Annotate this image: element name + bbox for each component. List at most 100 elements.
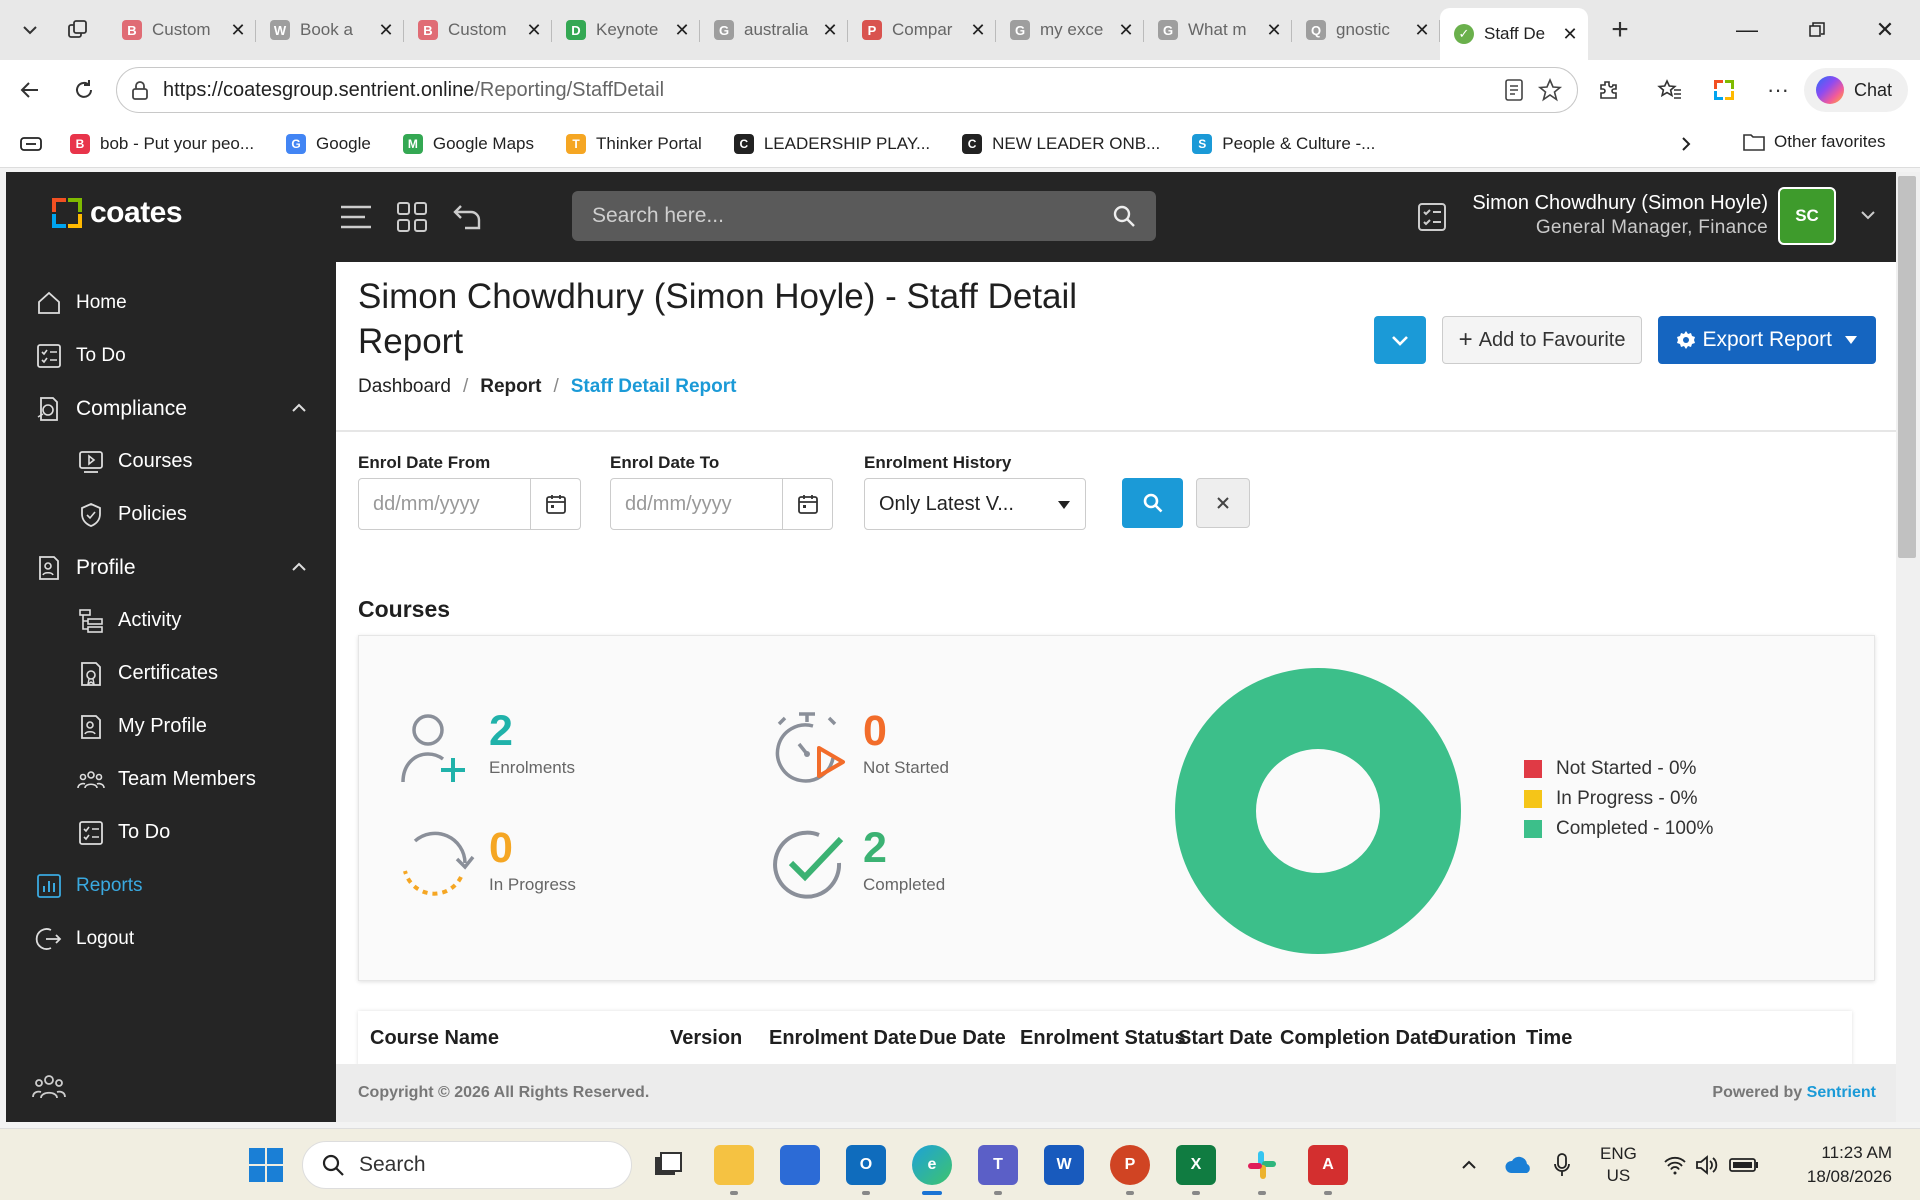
breadcrumb-dashboard[interactable]: Dashboard [358, 376, 451, 398]
user-info[interactable]: Simon Chowdhury (Simon Hoyle) General Ma… [1472, 192, 1768, 239]
edge-browser-icon[interactable]: e [912, 1145, 952, 1195]
avatar[interactable]: SC [1778, 187, 1836, 245]
export-report-button[interactable]: Export Report [1658, 316, 1876, 364]
tray-overflow-chevron-up-icon[interactable] [1460, 1156, 1478, 1174]
system-clock[interactable]: 11:23 AM 18/08/2026 [1807, 1141, 1892, 1189]
browser-tab[interactable]: Gmy exce ✕ [996, 8, 1144, 52]
sidebar-item-policies[interactable]: Policies [6, 488, 336, 541]
acrobat-icon[interactable]: A [1308, 1145, 1348, 1195]
teams-icon[interactable]: T [978, 1145, 1018, 1195]
sidebar-item-certificates[interactable]: Certificates [6, 647, 336, 700]
task-view-icon[interactable] [648, 1145, 688, 1185]
favorite-link[interactable]: C LEADERSHIP PLAY... [733, 133, 930, 154]
legend-item[interactable]: In Progress - 0% [1524, 784, 1713, 814]
favorite-link[interactable]: S People & Culture -... [1192, 133, 1375, 154]
filter-search-button[interactable] [1122, 478, 1183, 528]
back-arrow-icon[interactable] [8, 68, 52, 112]
collections-icon[interactable] [1702, 68, 1746, 112]
browser-tab[interactable]: B Custom ✕ [108, 8, 256, 52]
favorite-link[interactable]: Bbob - Put your peo... [70, 133, 254, 154]
chevron-up-icon[interactable] [290, 399, 308, 417]
close-tab-icon[interactable]: ✕ [524, 20, 544, 41]
enrolment-history-select[interactable]: Only Latest V... [864, 478, 1086, 530]
copilot-chat-button[interactable]: Chat [1804, 68, 1908, 112]
volume-icon[interactable] [1695, 1154, 1719, 1176]
close-tab-icon[interactable]: ✕ [228, 20, 248, 41]
browser-tab[interactable]: Qgnostic ✕ [1292, 8, 1440, 52]
restore-icon[interactable] [1782, 0, 1852, 60]
favorite-link[interactable]: T Thinker Portal [566, 133, 702, 154]
tab-staff-detail[interactable]: ✓ Staff De ✕ [1440, 8, 1588, 60]
favorite-star-icon[interactable] [1537, 77, 1563, 103]
powerpoint-icon[interactable]: P [1110, 1145, 1150, 1195]
table-column-header[interactable]: Start Date [1178, 1027, 1272, 1050]
table-column-header[interactable]: Enrolment Date [769, 1027, 917, 1050]
tab-actions-chevron-icon[interactable] [6, 6, 54, 54]
lock-icon[interactable] [131, 80, 149, 100]
sidebar-item-logout[interactable]: Logout [6, 912, 336, 965]
onedrive-cloud-icon[interactable] [1504, 1155, 1532, 1175]
microphone-icon[interactable] [1554, 1153, 1570, 1177]
sidebar-item-team-members[interactable]: Team Members [6, 753, 336, 806]
word-icon[interactable]: W [1044, 1145, 1084, 1185]
sidebar-item-my-profile[interactable]: My Profile [6, 700, 336, 753]
close-tab-icon[interactable]: ✕ [1560, 24, 1580, 45]
url-field[interactable]: https://coatesgroup.sentrient.online/Rep… [116, 67, 1578, 113]
other-favorites[interactable]: Other favorites [1742, 132, 1886, 152]
sidebar-item-home[interactable]: Home [6, 276, 336, 329]
browser-tab[interactable]: D Keynote ✕ [552, 8, 700, 52]
workspaces-icon[interactable] [54, 6, 102, 54]
browser-tab[interactable]: W Book a ✕ [256, 8, 404, 52]
table-column-header[interactable]: Time [1526, 1027, 1572, 1050]
sidebar-item-courses[interactable]: Courses [6, 435, 336, 488]
table-column-header[interactable]: Version [670, 1027, 742, 1050]
more-options-icon[interactable]: ··· [1756, 68, 1800, 112]
apps-grid-icon[interactable] [392, 197, 432, 237]
close-tab-icon[interactable]: ✕ [1412, 20, 1432, 41]
enrol-date-to-input[interactable]: dd/mm/yyyy [610, 478, 833, 530]
file-explorer-icon[interactable] [714, 1145, 754, 1195]
excel-icon[interactable]: X [1176, 1145, 1216, 1195]
close-window-icon[interactable]: ✕ [1850, 0, 1920, 60]
hamburger-menu-icon[interactable] [336, 197, 376, 237]
close-tab-icon[interactable]: ✕ [376, 20, 396, 41]
calendar-icon[interactable] [530, 479, 580, 529]
clear-filters-button[interactable] [1196, 478, 1250, 528]
favorite-link[interactable]: C NEW LEADER ONB... [962, 133, 1160, 154]
close-tab-icon[interactable]: ✕ [672, 20, 692, 41]
page-scrollbar[interactable] [1896, 172, 1920, 1122]
table-column-header[interactable]: Course Name [370, 1027, 499, 1050]
team-footer-icon[interactable] [32, 1072, 66, 1102]
sidebar-item-activity[interactable]: Activity [6, 594, 336, 647]
slack-icon[interactable] [1242, 1145, 1282, 1195]
tab-preview-icon[interactable] [20, 136, 42, 152]
reader-view-icon[interactable] [1501, 77, 1527, 103]
sidebar-item-todo-sub[interactable]: To Do [6, 806, 336, 859]
add-to-favourite-button[interactable]: + Add to Favourite [1441, 316, 1643, 364]
breadcrumb-report[interactable]: Report [480, 376, 541, 398]
windows-start-icon[interactable] [248, 1147, 284, 1183]
language-indicator[interactable]: ENG US [1600, 1143, 1637, 1187]
legend-item[interactable]: Completed - 100% [1524, 814, 1713, 844]
enrol-date-from-input[interactable]: dd/mm/yyyy [358, 478, 581, 530]
return-arrow-icon[interactable] [448, 197, 488, 237]
favorites-list-icon[interactable] [1648, 68, 1692, 112]
extensions-icon[interactable] [1586, 68, 1630, 112]
sidebar-item-todo[interactable]: To Do [6, 329, 336, 382]
coates-logo[interactable]: coates [52, 196, 183, 230]
sidebar-item-compliance[interactable]: Compliance [6, 382, 336, 435]
favorite-link[interactable]: M Google Maps [402, 133, 534, 154]
browser-tab[interactable]: B Custom ✕ [404, 8, 552, 52]
collapse-toggle-button[interactable] [1373, 316, 1426, 364]
user-menu-chevron-down-icon[interactable] [1858, 205, 1878, 225]
close-tab-icon[interactable]: ✕ [968, 20, 988, 41]
taskbar-search[interactable]: Search [302, 1141, 632, 1189]
calendar-icon[interactable] [782, 479, 832, 529]
browser-tab[interactable]: G What m ✕ [1144, 8, 1292, 52]
global-search-input[interactable]: Search here... [572, 191, 1156, 241]
table-column-header[interactable]: Due Date [919, 1027, 1006, 1050]
donut-slice[interactable] [1175, 668, 1461, 954]
table-column-header[interactable]: Completion Date [1280, 1027, 1439, 1050]
wifi-icon[interactable] [1663, 1155, 1687, 1175]
close-tab-icon[interactable]: ✕ [1116, 20, 1136, 41]
